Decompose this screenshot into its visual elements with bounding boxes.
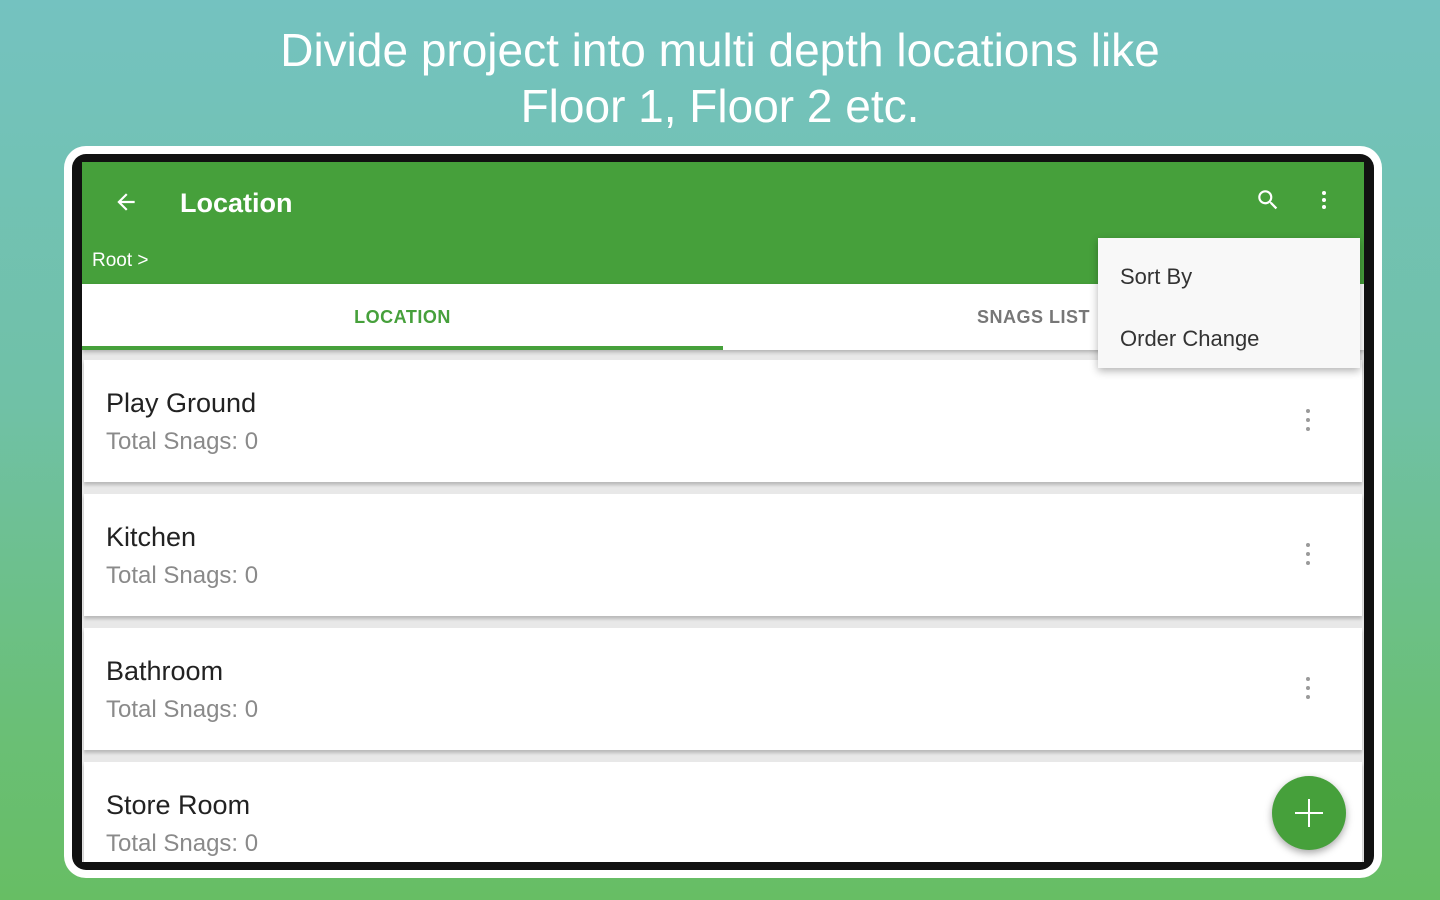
tab-indicator: [82, 346, 723, 350]
menu-item-order-change[interactable]: Order Change: [1098, 308, 1360, 370]
item-more-button[interactable]: [1290, 668, 1326, 708]
overflow-menu-button[interactable]: [1304, 180, 1344, 220]
location-name: Store Room: [106, 790, 251, 820]
headline-line-2: Floor 1, Floor 2 etc.: [520, 80, 920, 132]
location-name: Kitchen: [106, 522, 197, 552]
menu-item-sort-by[interactable]: Sort By: [1098, 246, 1360, 308]
tab-location[interactable]: LOCATION: [82, 284, 723, 350]
promo-headline: Divide project into multi depth location…: [0, 22, 1440, 134]
search-icon: [1258, 190, 1278, 210]
location-snag-count: Total Snags: 0: [106, 562, 259, 589]
location-name: Bathroom: [106, 656, 224, 686]
location-snag-count: Total Snags: 0: [106, 696, 259, 723]
list-item-location[interactable]: Kitchen Total Snags: 0: [84, 494, 1362, 616]
more-vertical-icon: [1306, 543, 1310, 565]
list-item-location[interactable]: Bathroom Total Snags: 0: [84, 628, 1362, 750]
breadcrumb[interactable]: Root >: [92, 250, 149, 272]
location-name: Play Ground: [106, 388, 257, 418]
plus-icon: [1295, 799, 1323, 827]
item-more-button[interactable]: [1290, 400, 1326, 440]
more-vertical-icon: [1306, 409, 1310, 431]
search-button[interactable]: [1248, 180, 1288, 220]
app-screen: Location Root > LOCATION SNAGS LIST Play…: [82, 162, 1364, 862]
more-vertical-icon: [1306, 677, 1310, 699]
back-button[interactable]: [106, 182, 146, 222]
location-snag-count: Total Snags: 0: [106, 830, 259, 857]
list-item-location[interactable]: Store Room Total Snags: 0: [84, 762, 1362, 862]
device: Location Root > LOCATION SNAGS LIST Play…: [72, 154, 1374, 870]
page-title: Location: [180, 188, 293, 218]
item-more-button[interactable]: [1290, 534, 1326, 574]
more-vertical-icon: [1322, 191, 1326, 209]
overflow-menu: Sort By Order Change: [1098, 238, 1360, 368]
headline-line-1: Divide project into multi depth location…: [280, 24, 1160, 76]
arrow-left-icon: [117, 193, 135, 211]
list-item-location[interactable]: Play Ground Total Snags: 0: [84, 360, 1362, 482]
location-snag-count: Total Snags: 0: [106, 428, 259, 455]
add-location-button[interactable]: [1272, 776, 1346, 850]
